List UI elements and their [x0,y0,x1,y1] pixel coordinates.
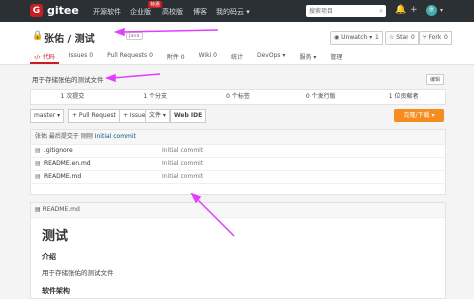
file-row[interactable]: ▤ README.md Initial commit [31,171,445,184]
file-name[interactable]: README.en.md [44,158,91,170]
nav-blog[interactable]: 博客 [193,7,207,17]
tab-attachments[interactable]: 附件 0 [163,50,189,64]
web-ide-button[interactable]: Web IDE [170,109,207,123]
tab-devops[interactable]: DevOps ▾ [253,50,289,64]
file-name[interactable]: README.md [44,171,81,183]
stat-branches[interactable]: 1 个分支 [114,90,197,104]
tab-manage[interactable]: 管理 [326,50,346,64]
file-list: 张佑 最后提交于 刚刚 Initial commit ▤ .gitignore … [30,129,446,195]
file-commit-message[interactable]: Initial commit [162,145,203,157]
last-commit-row: 张佑 最后提交于 刚刚 Initial commit [31,130,445,145]
nav-open-source[interactable]: 开源软件 [93,7,121,17]
tab-code[interactable]: ‹/› 代码 [30,50,59,64]
repo-description: 用于存储张佑的测试文件 [32,76,104,84]
nav-enterprise[interactable]: 企业版 [130,7,151,17]
tab-services[interactable]: 服务 ▾ [295,50,320,64]
repo-tabs: ‹/› 代码 Issues 0 Pull Requests 0 附件 0 Wik… [30,50,352,64]
file-row[interactable]: ▤ .gitignore Initial commit [31,145,445,158]
annotation-arrowhead [104,73,116,83]
readme-header: ▤ README.md [31,203,445,218]
avatar[interactable]: 张 [426,5,437,16]
tab-statistics[interactable]: 统计 [227,50,247,64]
commit-info: 张佑 最后提交于 刚刚 [35,133,95,140]
file-name[interactable]: .gitignore [44,145,73,157]
stat-releases[interactable]: 0 个发行版 [279,90,362,104]
file-row[interactable]: ▤ README.en.md Initial commit [31,158,445,171]
stat-commits[interactable]: 1 次提交 [31,90,114,104]
tab-issues[interactable]: Issues 0 [65,50,97,64]
language-tag: Java [126,32,143,40]
tab-pull-requests[interactable]: Pull Requests 0 [103,50,157,64]
nav-education[interactable]: 高校版 [162,7,183,17]
search-input[interactable] [306,5,380,17]
branch-select[interactable]: master ▾ [30,109,65,123]
plus-icon[interactable]: + [410,5,418,15]
readme-heading-intro: 介绍 [42,253,56,261]
star-count[interactable]: 0 [408,31,419,45]
pull-request-button[interactable]: + Pull Request [68,109,120,123]
promo-badge: 特惠 [148,1,163,8]
watch-count[interactable]: 1 [372,31,383,45]
readme-panel: ▤ README.md 测试 介绍 用于存储张佑的测试文件 软件架构 [30,202,446,299]
gitee-logo-icon: G [30,4,43,17]
readme-filename: README.md [42,206,80,213]
stat-contributors[interactable]: 1 位贡献者 [362,90,445,104]
annotation-arrow-description [112,73,161,79]
repo-stats-bar: 1 次提交 1 个分支 0 个标签 0 个发行版 1 位贡献者 [30,89,446,105]
top-nav-bar: G gitee 开源软件 企业版 特惠 高校版 博客 我的码云 ▾ ⌕ 🔔 + … [0,0,474,22]
gitee-logo[interactable]: G gitee [30,4,79,17]
file-icon: ▤ [35,147,41,154]
file-commit-message[interactable]: Initial commit [162,171,203,183]
edit-description-button[interactable]: 编辑 [426,74,445,85]
file-commit-message[interactable]: Initial commit [162,158,203,170]
repo-header: 🔒 张佑 / 测试 Java ◉ Unwatch ▾ 1 ☆ Star 0 ⑂ … [0,22,474,65]
search-icon[interactable]: ⌕ [379,7,383,16]
repo-title[interactable]: 张佑 / 测试 [44,30,95,45]
file-icon: ▤ [35,160,41,167]
annotation-arrowhead [190,192,202,204]
readme-heading-architecture: 软件架构 [42,287,70,295]
unwatch-button[interactable]: ◉ Unwatch ▾ [330,31,377,45]
stat-tags[interactable]: 0 个标签 [197,90,280,104]
nav-my-gitee[interactable]: 我的码云 ▾ [216,7,250,17]
file-icon: ▤ [35,206,43,213]
readme-paragraph: 用于存储张佑的测试文件 [42,269,114,277]
repo-toolbar: master ▾ + Pull Request + Issue 文件 ▾ Web… [30,109,444,123]
bell-icon[interactable]: 🔔 [395,5,406,15]
brand-name: gitee [47,4,79,17]
fork-count[interactable]: 0 [441,31,452,45]
file-menu-button[interactable]: 文件 ▾ [145,109,170,123]
lock-icon: 🔒 [32,31,44,41]
readme-title: 测试 [42,229,69,244]
clone-download-button[interactable]: 克隆/下载 ▾ [394,109,444,122]
chevron-down-icon[interactable]: ▾ [440,7,443,14]
file-icon: ▤ [35,173,41,180]
search-box: ⌕ [306,5,386,17]
tab-wiki[interactable]: Wiki 0 [195,50,221,64]
commit-message-link[interactable]: Initial commit [95,133,136,140]
